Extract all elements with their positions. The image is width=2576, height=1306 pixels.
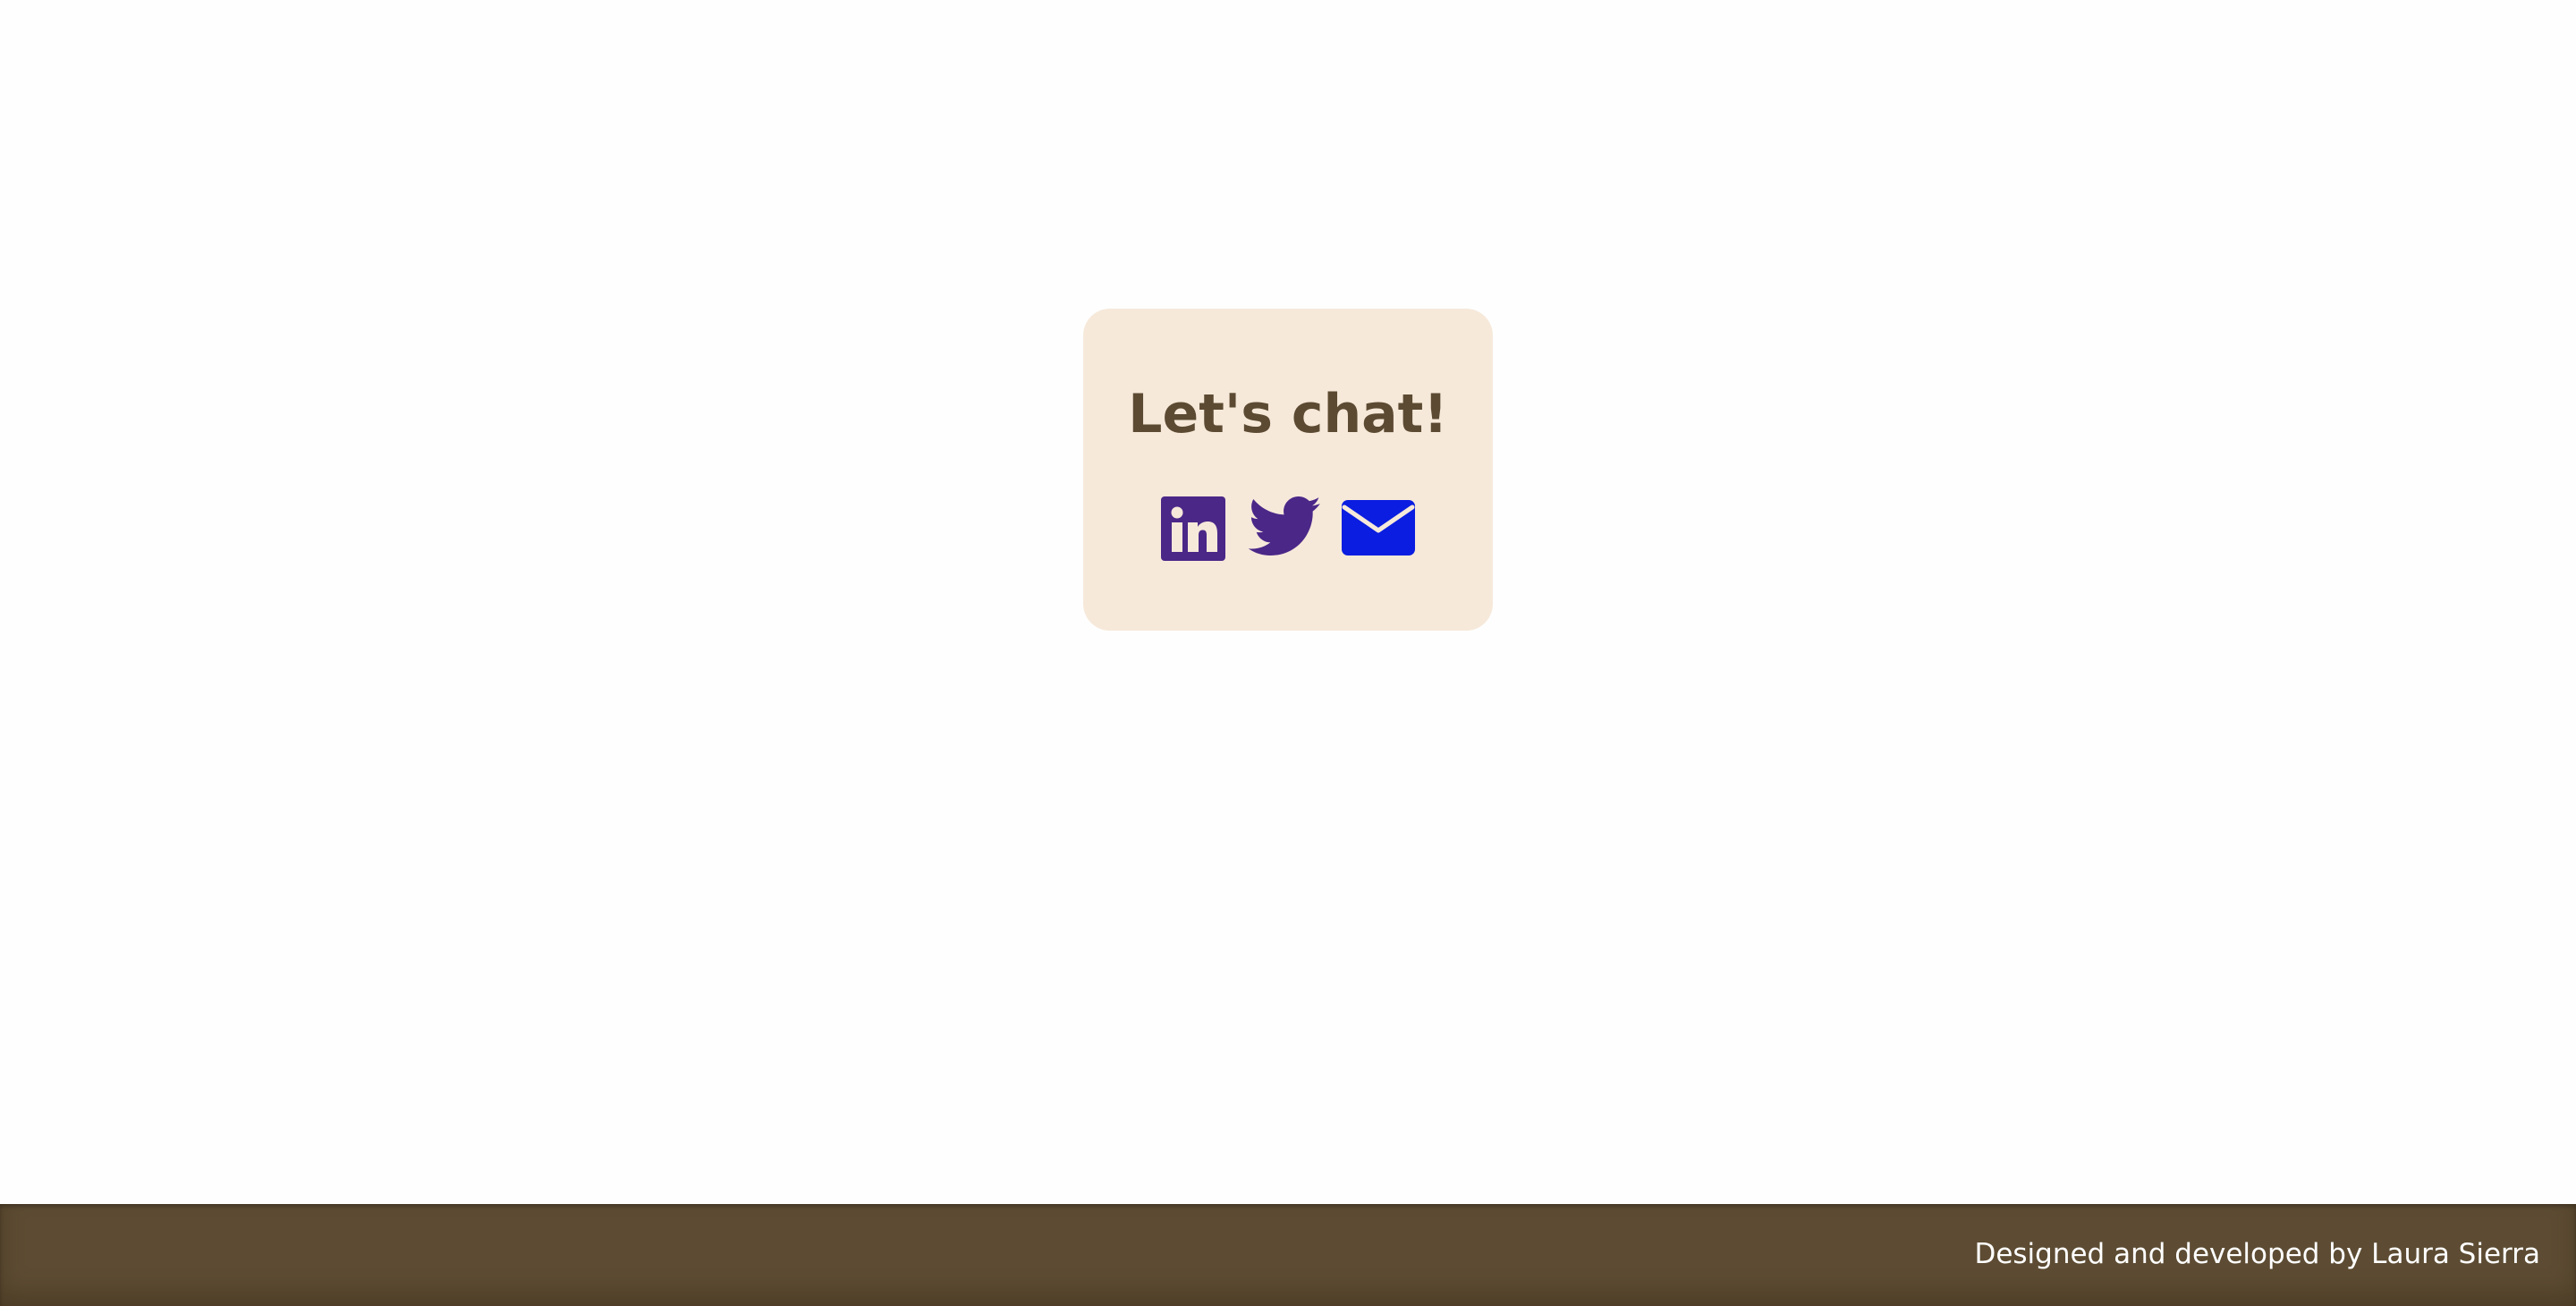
- twitter-bird-icon: [1248, 496, 1321, 555]
- social-links: [1083, 492, 1493, 564]
- envelope-icon: [1342, 500, 1415, 555]
- linkedin-icon: [1161, 496, 1225, 561]
- email-link[interactable]: [1342, 500, 1415, 555]
- contact-title: Let's chat!: [1128, 383, 1448, 445]
- contact-card: Let's chat!: [1083, 309, 1493, 631]
- page: Let's chat! Designed and developed by La…: [0, 0, 2576, 1306]
- footer-credit: Designed and developed by Laura Sierra: [1974, 1238, 2540, 1270]
- linkedin-link[interactable]: [1161, 496, 1225, 561]
- twitter-link[interactable]: [1247, 496, 1322, 560]
- footer: Designed and developed by Laura Sierra: [0, 1204, 2576, 1306]
